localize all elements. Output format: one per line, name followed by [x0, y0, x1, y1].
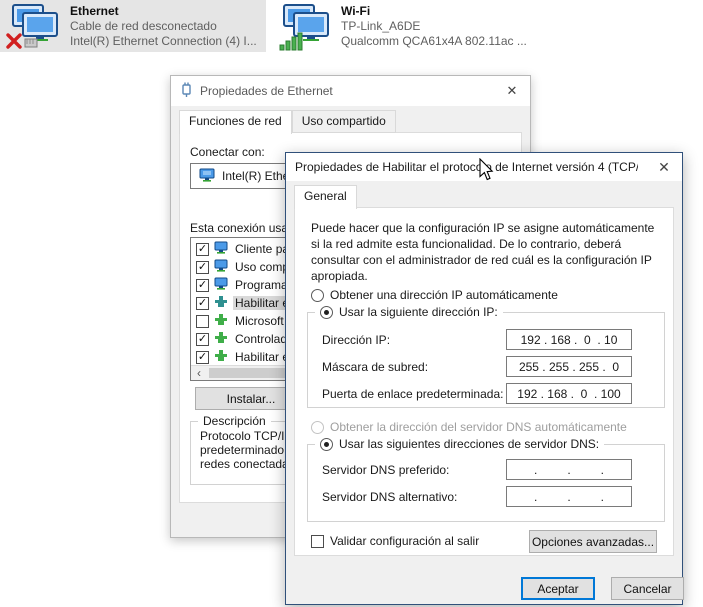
mouse-cursor-icon — [478, 157, 495, 185]
list-item-label: Microsoft — [235, 314, 284, 328]
close-icon[interactable]: ✕ — [646, 153, 682, 181]
protocol-icon — [214, 295, 228, 311]
radio-obtain-dns-auto — [311, 420, 324, 434]
list-item-label: Uso comp — [235, 260, 290, 274]
tcpip-dialog-tabpage: Puede hacer que la configuración IP se a… — [294, 207, 674, 556]
checkbox[interactable]: ✓ — [196, 350, 209, 364]
ethernet-adapter-icon — [6, 4, 62, 55]
radio-use-ip-label: Usar la siguiente dirección IP: — [339, 305, 498, 319]
validate-checkbox-label: Validar configuración al salir — [330, 534, 480, 548]
preferred-dns-label: Servidor DNS preferido: — [322, 463, 450, 477]
scheduler-service-icon — [214, 277, 228, 293]
cancel-button[interactable]: Cancelar — [611, 577, 684, 600]
connection-item-ethernet[interactable]: Ethernet Cable de red desconectado Intel… — [0, 0, 266, 52]
default-gateway-field[interactable]: 192 . 168 . 0 . 100 — [506, 383, 632, 404]
ethernet-dialog-title: Propiedades de Ethernet — [200, 84, 333, 98]
protocol-icon — [214, 349, 228, 365]
checkbox[interactable]: ✓ — [196, 296, 209, 310]
connect-with-label: Conectar con: — [190, 145, 265, 159]
static-dns-group: Usar las siguientes direcciones de servi… — [307, 437, 665, 522]
alternate-dns-field[interactable]: . . . — [506, 486, 632, 507]
connection-name: Ethernet — [70, 4, 119, 18]
ok-button[interactable]: Aceptar — [521, 577, 595, 600]
network-adapter-icon — [199, 168, 216, 185]
connection-uses-label: Esta conexión usa l — [190, 221, 295, 235]
checkbox[interactable] — [196, 314, 209, 328]
wifi-adapter-icon — [277, 4, 333, 55]
radio-use-dns[interactable] — [320, 437, 333, 451]
default-gateway-label: Puerta de enlace predeterminada: — [322, 387, 504, 401]
intro-text: Puede hacer que la configuración IP se a… — [311, 221, 655, 283]
checkbox[interactable]: ✓ — [196, 332, 209, 346]
subnet-mask-field[interactable]: 255 . 255 . 255 . 0 — [506, 356, 632, 377]
description-group-title: Descripción — [198, 414, 271, 428]
close-icon[interactable]: ✕ — [494, 76, 530, 106]
tab-uso-compartido[interactable]: Uso compartido — [291, 110, 396, 133]
client-service-icon — [214, 241, 228, 257]
tab-general[interactable]: General — [294, 185, 357, 209]
ethernet-dialog-titlebar[interactable]: Propiedades de Ethernet ✕ — [171, 76, 530, 106]
checkbox[interactable]: ✓ — [196, 242, 209, 256]
connection-adapter: Intel(R) Ethernet Connection (4) I... — [70, 34, 257, 48]
preferred-dns-field[interactable]: . . . — [506, 459, 632, 480]
connection-status: Cable de red desconectado — [70, 19, 217, 33]
protocol-icon — [214, 331, 228, 347]
tcpip-dialog-title: Propiedades de Habilitar el protocolo de… — [295, 160, 638, 174]
checkbox[interactable]: ✓ — [196, 260, 209, 274]
radio-obtain-dns-auto-label: Obtener la dirección del servidor DNS au… — [330, 420, 627, 434]
description-line: Protocolo TCP/I — [200, 429, 285, 443]
static-ip-group: Usar la siguiente dirección IP: Direcció… — [307, 305, 665, 408]
connection-adapter: Qualcomm QCA61x4A 802.11ac ... — [341, 34, 527, 48]
ethernet-plug-icon — [180, 82, 193, 101]
tcpip-properties-dialog: Propiedades de Habilitar el protocolo de… — [285, 152, 684, 605]
checkbox[interactable]: ✓ — [196, 278, 209, 292]
advanced-options-button[interactable]: Opciones avanzadas... — [529, 530, 657, 553]
radio-use-dns-label: Usar las siguientes direcciones de servi… — [339, 437, 600, 451]
validate-checkbox[interactable] — [311, 534, 324, 548]
connection-name: Wi-Fi — [341, 4, 371, 18]
description-line: predeterminado d — [200, 443, 295, 457]
radio-obtain-ip-auto[interactable] — [311, 288, 324, 302]
ip-address-label: Dirección IP: — [322, 333, 391, 347]
alternate-dns-label: Servidor DNS alternativo: — [322, 490, 458, 504]
scheduler-service-icon — [214, 259, 228, 275]
ip-address-field[interactable]: 192 . 168 . 0 . 10 — [506, 329, 632, 350]
subnet-mask-label: Máscara de subred: — [322, 360, 429, 374]
list-item-label: Cliente pa — [235, 242, 290, 256]
connection-item-wifi[interactable]: Wi-Fi TP-Link_A6DE Qualcomm QCA61x4A 802… — [271, 0, 543, 52]
connection-status: TP-Link_A6DE — [341, 19, 421, 33]
adapter-name: Intel(R) Ethe — [222, 169, 290, 183]
radio-use-ip[interactable] — [320, 305, 333, 319]
radio-obtain-ip-auto-label: Obtener una dirección IP automáticamente — [330, 288, 558, 302]
scroll-left-icon[interactable]: ‹ — [191, 366, 207, 380]
tab-funciones-de-red[interactable]: Funciones de red — [179, 110, 292, 134]
protocol-icon — [214, 313, 228, 329]
description-line: redes conectada — [200, 457, 289, 471]
